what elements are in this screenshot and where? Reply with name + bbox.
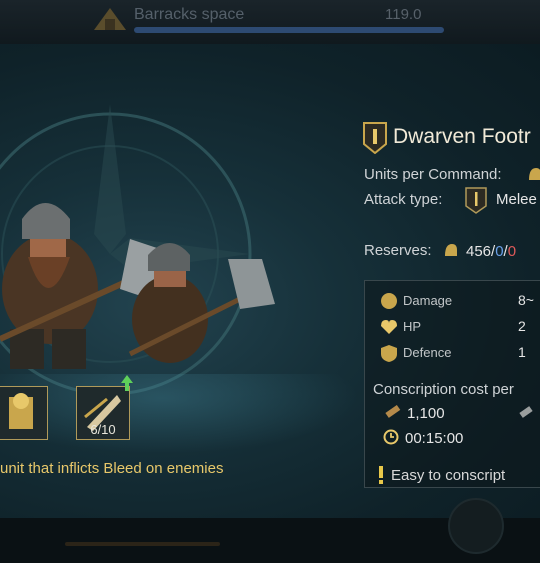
reserves-total: 456 — [466, 243, 492, 260]
exclamation-icon — [379, 466, 383, 484]
round-action-button[interactable] — [448, 498, 504, 554]
defence-label: Defence — [403, 345, 452, 360]
reserves-value: 456/0/0 — [466, 243, 516, 260]
attack-type-label: Attack type: — [364, 191, 443, 208]
hp-value: 2 — [518, 318, 526, 334]
skill-slot-1[interactable] — [0, 386, 48, 440]
hp-heart-icon — [381, 320, 397, 334]
hp-label: HP — [403, 319, 422, 334]
barracks-space-label: Barracks space — [134, 6, 245, 23]
damage-fist-icon — [381, 293, 397, 309]
conscription-time: 00:15:00 — [405, 430, 464, 447]
clock-icon — [383, 429, 399, 445]
reserves-blue: 0 — [495, 243, 504, 260]
stage-floor-glow — [0, 374, 360, 454]
units-per-command-label: Units per Command: — [364, 166, 502, 183]
barracks-space-value: 119.0 — [385, 6, 422, 23]
dwarf-warriors-icon — [0, 203, 275, 369]
unit-detail-panel: Dwarven Footr Units per Command: Attack … — [0, 44, 540, 518]
wood-resource-icon — [385, 404, 401, 418]
easy-to-conscript-text: Easy to conscript — [391, 467, 506, 484]
units-helmet-icon — [529, 168, 540, 180]
unit-name: Dwarven Footr — [393, 125, 531, 148]
reserves-red: 0 — [507, 243, 517, 260]
skill-slot-2[interactable]: 6/10 — [76, 386, 130, 440]
skill-level: 6/10 — [90, 422, 116, 437]
defence-shield-icon — [381, 345, 397, 362]
conscription-cost-label: Conscription cost per — [373, 381, 514, 398]
unit-info-column: Dwarven Footr Units per Command: Attack … — [360, 120, 540, 518]
unit-stats-box: Damage 8~ HP 2 Defence 1 Conscription co… — [364, 280, 540, 488]
reserves-label: Reserves: — [364, 242, 432, 259]
upgrade-arrow-icon — [121, 375, 133, 391]
damage-label: Damage — [403, 293, 453, 308]
reserves-helmet-icon — [445, 244, 457, 256]
barracks-tent-icon — [94, 8, 126, 30]
bottom-bar — [0, 498, 540, 563]
barracks-space-fill — [134, 27, 444, 33]
damage-value: 8~ — [518, 292, 534, 308]
unit-type-badge-icon — [363, 122, 387, 154]
melee-sword-icon — [465, 187, 487, 214]
iron-resource-icon — [519, 406, 533, 418]
skill-description: unit that inflicts Bleed on enemies — [0, 460, 224, 477]
barracks-space-track — [134, 27, 444, 33]
barracks-space-bar: Barracks space 119.0 — [0, 0, 540, 44]
dwarf-soldier-skill-icon — [9, 393, 33, 429]
defence-value: 1 — [518, 344, 526, 360]
conscription-resource-cost: 1,100 — [407, 405, 445, 422]
bottom-handle — [65, 542, 220, 546]
attack-type-value: Melee — [496, 191, 537, 208]
